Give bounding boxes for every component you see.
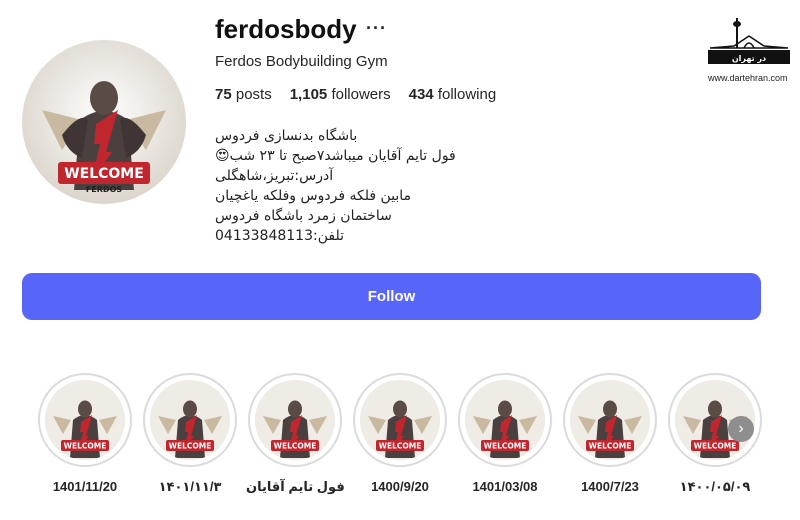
logo-caption: www.dartehran.com — [708, 73, 788, 83]
bio-line: ساختمان زمرد باشگاه فردوس — [215, 208, 392, 224]
svg-text:WELCOME: WELCOME — [484, 442, 527, 451]
chevron-right-icon[interactable]: › — [728, 416, 754, 442]
svg-text:WELCOME: WELCOME — [379, 442, 422, 451]
highlight-label: 1401/11/20 — [52, 479, 118, 494]
highlight-ring[interactable]: WELCOME — [458, 373, 552, 467]
svg-text:WELCOME: WELCOME — [169, 442, 212, 451]
highlight-item[interactable]: WELCOME 1400/7/23 — [561, 373, 659, 494]
avatar-ferdos-text: FERDOS — [86, 185, 123, 194]
highlight-cover-image: WELCOME — [150, 380, 230, 460]
followers-stat[interactable]: 1,105 followers — [290, 86, 391, 103]
following-stat[interactable]: 434 following — [409, 86, 497, 103]
highlight-ring[interactable]: WELCOME — [248, 373, 342, 467]
profile-stats: 75 posts 1,105 followers 434 following — [215, 86, 496, 103]
highlight-item[interactable]: WELCOME 1401/11/20 — [36, 373, 134, 494]
profile-avatar[interactable]: WELCOME FERDOS — [22, 40, 186, 204]
svg-text:WELCOME: WELCOME — [64, 442, 107, 451]
highlight-cover-image: WELCOME — [570, 380, 650, 460]
bio-line: مابین فلکه فردوس وفلکه یاغچیان — [215, 188, 412, 204]
posts-stat[interactable]: 75 posts — [215, 86, 272, 103]
bio-line-text: فول تایم آقایان میباشد۷صبح تا ۲۳ شب — [229, 148, 456, 164]
avatar-welcome-text: WELCOME — [64, 166, 144, 182]
highlight-cover-image: WELCOME — [360, 380, 440, 460]
username: ferdosbody — [215, 14, 357, 44]
posts-label: posts — [235, 86, 272, 103]
story-highlights: WELCOME 1401/11/20 WELCOME ۱۴۰۱/۱۱/۳ WEL… — [36, 373, 766, 503]
highlight-item[interactable]: WELCOME ۱۴۰۱/۱۱/۳ — [141, 373, 239, 495]
highlight-label: فول تایم آقایان — [246, 479, 345, 494]
highlight-cover-image: WELCOME — [255, 380, 335, 460]
svg-text:WELCOME: WELCOME — [589, 442, 632, 451]
highlight-label: 1401/03/08 — [472, 479, 538, 494]
highlight-cover-image: WELCOME — [465, 380, 545, 460]
logo-text: در تهران — [732, 54, 766, 63]
highlight-item[interactable]: WELCOME فول تایم آقایان — [246, 373, 345, 495]
follow-button[interactable]: Follow — [22, 273, 761, 320]
svg-text:WELCOME: WELCOME — [274, 442, 317, 451]
highlight-ring[interactable]: WELCOME — [563, 373, 657, 467]
bio-line: فول تایم آقایان میباشد۷صبح تا ۲۳ شب😍 — [215, 146, 515, 166]
highlight-label: 1400/7/23 — [581, 479, 639, 494]
following-label: following — [437, 86, 497, 103]
highlight-item[interactable]: WELCOME 1400/9/20 — [351, 373, 449, 494]
full-name: Ferdos Bodybuilding Gym — [215, 53, 388, 70]
bio-line: باشگاه بدنسازی فردوس — [215, 128, 358, 144]
highlight-item[interactable]: WELCOME 1401/03/08 — [456, 373, 554, 494]
avatar-image: WELCOME FERDOS — [22, 40, 186, 204]
more-options-icon[interactable]: ··· — [366, 19, 387, 37]
highlight-label: ۱۴۰۱/۱۱/۳ — [158, 479, 222, 494]
highlight-label: ۱۴۰۰/۰۵/۰۹ — [679, 479, 751, 494]
svg-text:WELCOME: WELCOME — [694, 442, 737, 451]
highlight-cover-image: WELCOME — [45, 380, 125, 460]
followers-count: 1,105 — [289, 86, 328, 103]
profile-bio: باشگاه بدنسازی فردوس فول تایم آقایان میب… — [215, 126, 515, 246]
highlight-ring[interactable]: WELCOME — [143, 373, 237, 467]
following-count: 434 — [408, 86, 434, 103]
heart-eyes-emoji-icon: 😍 — [215, 148, 230, 164]
bio-line: آدرس:تبریز،شاهگلی — [215, 168, 334, 184]
posts-count: 75 — [215, 86, 232, 103]
followers-label: followers — [331, 86, 391, 103]
highlight-ring[interactable]: WELCOME — [353, 373, 447, 467]
highlight-label: 1400/9/20 — [371, 479, 429, 494]
highlight-ring[interactable]: WELCOME — [38, 373, 132, 467]
bio-line-phone: تلفن:04133848113 — [215, 228, 344, 244]
